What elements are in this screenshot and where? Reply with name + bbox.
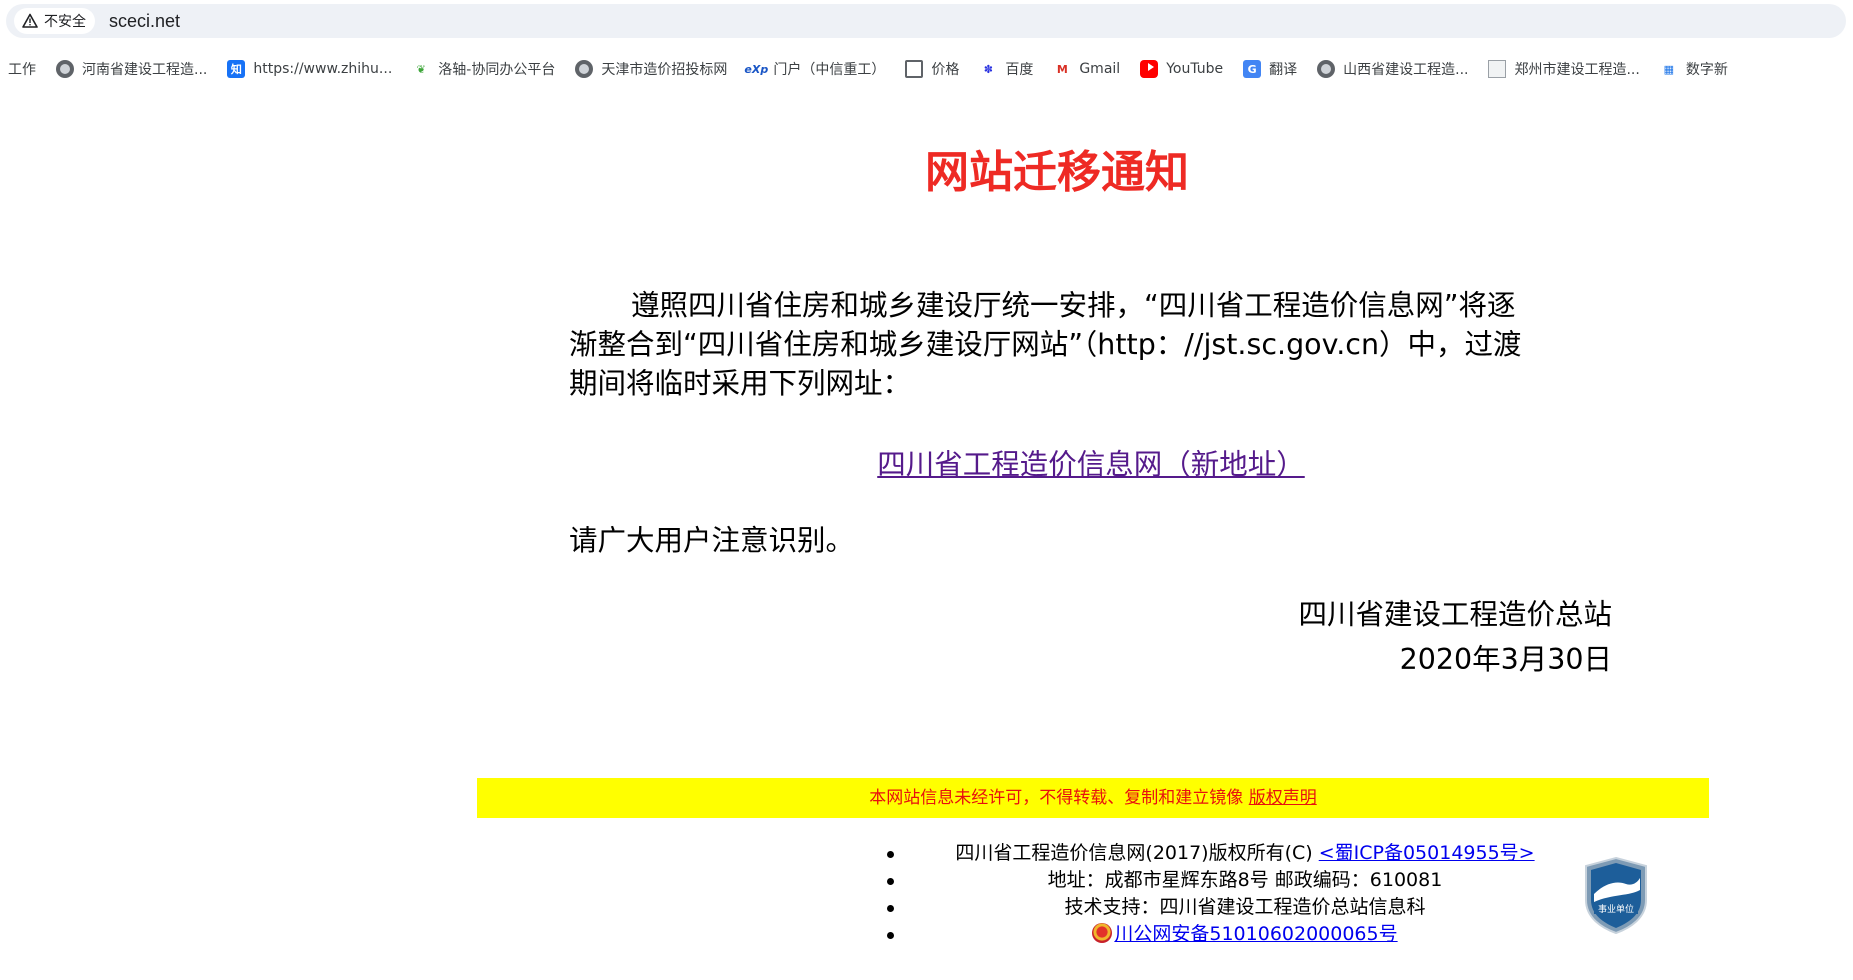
notice-line-1: 遵照四川省住房和城乡建设厅统一安排，“四川省工程造价信息网”将逐 [631, 289, 1516, 322]
bookmark-label: 数字新 [1685, 62, 1728, 78]
bookmark-work[interactable]: 工作 [8, 59, 36, 79]
security-label: 不安全 [44, 14, 86, 30]
police-emblem-icon [1092, 923, 1113, 943]
bookmark-shuzi[interactable]: ▦ 数字新 [1660, 59, 1728, 79]
bookmark-gmail[interactable]: M Gmail [1053, 60, 1120, 78]
bookmark-label: 门户（中信重工） [773, 62, 886, 78]
public-institution-badge[interactable]: 事业单位 [1582, 856, 1650, 935]
translate-icon: G [1243, 60, 1262, 78]
bookmark-zhihu[interactable]: 知 https://www.zhihu... [227, 60, 392, 78]
zhihu-icon: 知 [227, 60, 246, 78]
notice-line-3: 期间将临时采用下列网址： [569, 367, 912, 400]
icp-link[interactable]: <蜀ICP备05014955号> [1319, 842, 1535, 864]
gmail-icon: M [1056, 62, 1068, 76]
globe-icon [56, 60, 74, 78]
bookmark-label: Gmail [1079, 61, 1121, 77]
security-indicator[interactable]: 不安全 [14, 8, 95, 34]
baidu-icon: ✽ [983, 62, 993, 76]
copyright-text: 四川省工程造价信息网(2017)版权所有(C) [955, 842, 1319, 864]
bookmark-luozhou[interactable]: ❦ 洛轴-协同办公平台 [412, 59, 556, 79]
bookmark-baidu[interactable]: ✽ 百度 [979, 59, 1034, 79]
bookmark-henan[interactable]: 河南省建设工程造... [56, 59, 207, 79]
bookmark-label: 百度 [1005, 62, 1034, 78]
list-item: 技术支持：四川省建设工程造价总站信息科 [880, 894, 1580, 921]
exp-icon: eXp [744, 62, 769, 76]
notice-line-2: 渐整合到“四川省住房和城乡建设厅网站”（http：//jst.sc.gov.cn… [569, 328, 1522, 361]
signature-org: 四川省建设工程造价总站 [1298, 598, 1612, 631]
banner-text: 本网站信息未经许可，不得转载、复制和建立镜像 [869, 788, 1249, 808]
globe-icon [1317, 60, 1336, 78]
signature: 四川省建设工程造价总站 2020年3月30日 [1298, 592, 1612, 682]
notice-paragraph-line: 遵照四川省住房和城乡建设厅统一安排，“四川省工程造价信息网”将逐 [569, 286, 1609, 325]
bookmark-label: 翻译 [1269, 62, 1298, 78]
police-record-link[interactable]: 川公网安备51010602000065号 [1114, 923, 1397, 945]
list-item: 地址：成都市星辉东路8号 邮政编码：610081 [880, 867, 1580, 894]
bookmark-label: 郑州市建设工程造... [1514, 62, 1640, 78]
bookmark-folder-price[interactable]: 价格 [905, 59, 959, 79]
signature-date: 2020年3月30日 [1399, 643, 1612, 676]
list-item: 川公网安备51010602000065号 [880, 921, 1580, 948]
address-bar[interactable]: 不安全 sceci.net [6, 4, 1846, 38]
globe-icon [575, 60, 594, 78]
new-address-link[interactable]: 四川省工程造价信息网（新地址） [0, 442, 1853, 483]
bookmark-label: 天津市造价招投标网 [601, 62, 728, 78]
list-item: 四川省工程造价信息网(2017)版权所有(C) <蜀ICP备05014955号> [880, 840, 1580, 867]
folder-icon [905, 60, 924, 78]
copyright-banner: 本网站信息未经许可，不得转载、复制和建立镜像 版权声明 [477, 778, 1709, 818]
tech-support-text: 技术支持：四川省建设工程造价总站信息科 [1064, 896, 1426, 918]
browser-toolbar: 不安全 sceci.net [0, 0, 1853, 42]
shield-badge-icon: 事业单位 [1585, 856, 1647, 935]
footer-info-list: 四川省工程造价信息网(2017)版权所有(C) <蜀ICP备05014955号>… [880, 840, 1580, 948]
badge-label: 事业单位 [1598, 903, 1634, 915]
bookmark-zhengzhou[interactable]: 郑州市建设工程造... [1488, 59, 1640, 79]
bookmarks-bar: 工作 河南省建设工程造... 知 https://www.zhihu... ❦ … [0, 52, 1853, 86]
document-icon [1488, 60, 1507, 78]
reminder-text: 请广大用户注意识别。 [569, 524, 855, 557]
bookmark-shanxi[interactable]: 山西省建设工程造... [1317, 59, 1468, 79]
bookmark-label: https://www.zhihu... [253, 61, 393, 77]
bookmark-label: 洛轴-协同办公平台 [438, 62, 556, 78]
bookmark-label: 工作 [8, 62, 36, 78]
butterfly-icon: ❦ [416, 62, 426, 76]
bookmark-youtube[interactable]: YouTube [1140, 60, 1223, 78]
bookmark-label: 河南省建设工程造... [82, 62, 208, 78]
copyright-declaration-link[interactable]: 版权声明 [1249, 788, 1317, 808]
url-text[interactable]: sceci.net [109, 11, 180, 32]
bookmark-citic[interactable]: eXp 门户（中信重工） [744, 59, 886, 79]
bookmark-tianjin[interactable]: 天津市造价招投标网 [575, 59, 727, 79]
address-text: 地址：成都市星辉东路8号 邮政编码：610081 [1047, 869, 1443, 891]
bookmark-label: 价格 [931, 62, 960, 78]
bookmark-label: YouTube [1166, 61, 1224, 77]
bookmark-label: 山西省建设工程造... [1343, 62, 1469, 78]
shuzi-icon: ▦ [1663, 62, 1675, 76]
notice-title: 网站迁移通知 [925, 147, 1189, 198]
bookmark-translate[interactable]: G 翻译 [1243, 59, 1297, 79]
warning-icon [22, 13, 38, 28]
notice-body: 遵照四川省住房和城乡建设厅统一安排，“四川省工程造价信息网”将逐 渐整合到“四川… [569, 286, 1609, 403]
youtube-icon [1140, 60, 1159, 78]
